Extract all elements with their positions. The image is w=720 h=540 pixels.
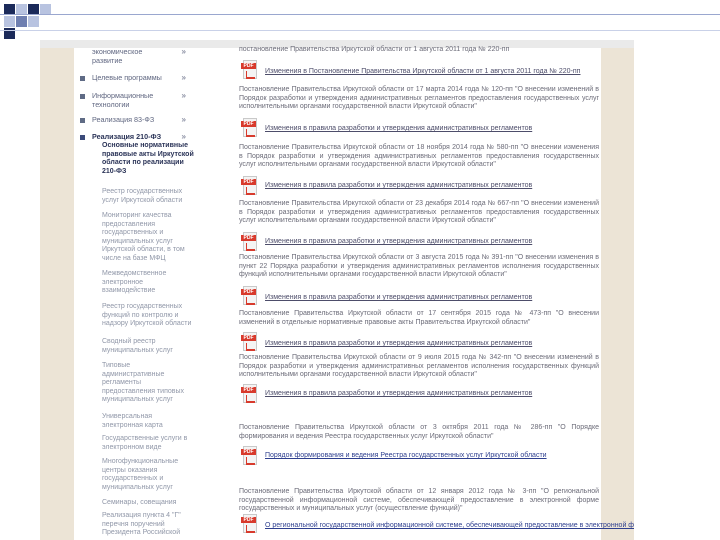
pdf-icon[interactable]: PDF bbox=[241, 286, 259, 306]
sidebar-item-label: Информационные технологии bbox=[92, 91, 154, 109]
pdf-icon[interactable]: PDF bbox=[241, 446, 259, 466]
slide-rule bbox=[0, 30, 720, 31]
decor-square bbox=[28, 16, 39, 27]
decor-square bbox=[4, 16, 15, 27]
submenu-item-presidential-order[interactable]: Реализация пункта 4 "Г" перечня поручени… bbox=[102, 512, 194, 538]
submenu-item-quality-monitoring[interactable]: Мониторинг качества предоставления госуд… bbox=[102, 212, 194, 263]
pdf-icon[interactable]: PDF bbox=[241, 514, 259, 534]
sidebar-item-label: Целевые программы bbox=[92, 73, 162, 82]
submenu-item-services-registry[interactable]: Реестр государственных услуг Иркутской о… bbox=[102, 188, 194, 205]
document-entry: Постановление Правительства Иркутской об… bbox=[239, 144, 599, 169]
chevron-right-icon: » bbox=[181, 91, 186, 100]
sidebar-item-label: экономическое развитие bbox=[92, 47, 143, 65]
bullet-icon bbox=[80, 118, 85, 123]
decor-square bbox=[16, 16, 27, 27]
document-entry: постановление Правительства Иркутской об… bbox=[239, 46, 510, 53]
main-content: постановление Правительства Иркутской об… bbox=[195, 46, 634, 540]
page-border-left bbox=[40, 48, 74, 540]
chevron-right-icon: » bbox=[181, 132, 186, 141]
pdf-icon[interactable]: PDF bbox=[241, 384, 259, 404]
document-entry: Постановление Правительства Иркутской об… bbox=[239, 254, 599, 279]
slide-rule bbox=[0, 14, 720, 15]
document-entry: Постановление Правительства Иркутской об… bbox=[239, 488, 599, 513]
submenu-item-universal-card[interactable]: Универсальная электронная карта bbox=[102, 413, 194, 430]
sidebar-item-target-programs[interactable]: Целевые программы » bbox=[76, 73, 192, 85]
pdf-icon[interactable]: PDF bbox=[241, 232, 259, 252]
sidebar-item-label: Реализация 83-ФЗ bbox=[92, 115, 155, 124]
submenu-item-interagency[interactable]: Межведомственное электронное взаимодейст… bbox=[102, 270, 194, 296]
pdf-icon[interactable]: PDF bbox=[241, 332, 259, 352]
slide-corner-squares bbox=[4, 4, 64, 40]
sidebar-item-it[interactable]: Информационные технологии » bbox=[76, 91, 192, 109]
document-download-link[interactable]: Изменения в правила разработки и утвержд… bbox=[265, 238, 532, 247]
chevron-right-icon: » bbox=[181, 47, 186, 56]
submenu-item-typical-regulations[interactable]: Типовые административные регламенты пред… bbox=[102, 362, 194, 405]
document-download-link[interactable]: Изменения в правила разработки и утвержд… bbox=[265, 390, 532, 399]
document-entry: Постановление Правительства Иркутской об… bbox=[239, 424, 599, 440]
submenu-item-municipal-registry[interactable]: Сводный реестр муниципальных услуг bbox=[102, 338, 194, 355]
sidebar-item-label: Реализация 210-ФЗ bbox=[92, 132, 162, 141]
submenu-item-mfc[interactable]: Многофункциональные центры оказания госу… bbox=[102, 458, 194, 492]
submenu-item-seminars[interactable]: Семинары, совещания bbox=[102, 499, 194, 508]
pdf-icon[interactable]: PDF bbox=[241, 60, 259, 80]
document-download-link[interactable]: Изменения в правила разработки и утвержд… bbox=[265, 182, 532, 191]
document-entry: Постановление Правительства Иркутской об… bbox=[239, 86, 599, 111]
document-download-link[interactable]: Изменения в правила разработки и утвержд… bbox=[265, 294, 532, 303]
sidebar-item-economic-development[interactable]: экономическое развитие » bbox=[76, 47, 192, 66]
pdf-icon[interactable]: PDF bbox=[241, 118, 259, 138]
document-download-link[interactable]: Изменения в правила разработки и утвержд… bbox=[265, 340, 532, 349]
document-entry: Постановление Правительства Иркутской об… bbox=[239, 310, 599, 326]
chevron-right-icon: » bbox=[181, 73, 186, 82]
bullet-icon bbox=[80, 94, 85, 99]
document-entry: Постановление Правительства Иркутской об… bbox=[239, 200, 599, 225]
sidebar-item-83fz[interactable]: Реализация 83-ФЗ » bbox=[76, 115, 192, 127]
document-download-link[interactable]: Порядок формирования и ведения Реестра г… bbox=[265, 452, 547, 461]
bullet-icon bbox=[80, 76, 85, 81]
document-download-link[interactable]: О региональной государственной информаци… bbox=[265, 522, 634, 531]
bullet-icon bbox=[80, 135, 85, 140]
submenu-item-e-services[interactable]: Государственные услуги в электронном вид… bbox=[102, 435, 194, 452]
submenu-item-functions-registry[interactable]: Реестр государственных функций по контро… bbox=[102, 303, 194, 329]
page-border-right bbox=[600, 48, 634, 540]
submenu-item-legal-acts[interactable]: Основные нормативные правовые акты Иркут… bbox=[102, 142, 194, 176]
pdf-icon[interactable]: PDF bbox=[241, 176, 259, 196]
document-download-link[interactable]: Изменения в правила разработки и утвержд… bbox=[265, 125, 532, 134]
chevron-right-icon: » bbox=[181, 115, 186, 124]
website-screenshot: экономическое развитие » Целевые програм… bbox=[40, 40, 634, 540]
document-entry: Постановление Правительства Иркутской об… bbox=[239, 354, 599, 379]
document-download-link[interactable]: Изменения в Постановление Правительства … bbox=[265, 68, 580, 77]
